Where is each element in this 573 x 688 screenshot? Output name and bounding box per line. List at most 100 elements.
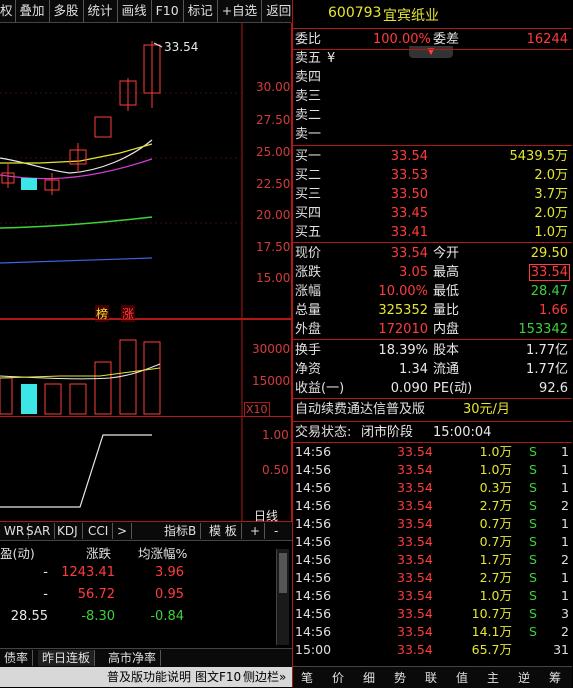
volume-bar <box>0 377 13 415</box>
sheet-tab-high-pb[interactable]: 高市净率 <box>104 650 162 666</box>
template-button[interactable]: 模 板 <box>205 523 242 539</box>
tick-row[interactable]: 14:56 33.54 14.1万 S 2 <box>293 623 572 641</box>
tick-volume: 2.7万 <box>479 498 512 513</box>
kline-chart-panel[interactable]: 33.54 30.00 27.50 25.00 22.50 20.00 17.5… <box>0 23 292 322</box>
tick-price: 33.54 <box>397 462 433 477</box>
tick-price: 33.54 <box>397 516 433 531</box>
indicator-tab-cci[interactable]: CCI <box>84 523 114 539</box>
sell5-row[interactable]: 卖五 ¥ <box>293 49 572 68</box>
tick-price: 33.54 <box>397 534 433 549</box>
tick-row[interactable]: 14:56 33.54 10.7万 S 3 <box>293 605 572 623</box>
tick-price: 33.54 <box>397 606 433 621</box>
tick-row[interactable]: 14:56 33.54 1.0万 S 1 <box>293 587 572 605</box>
table-row[interactable]: 28.55 -8.30 -0.84 <box>0 609 272 627</box>
volume-unit-label: X10 <box>244 402 270 417</box>
table-row[interactable]: - 1243.41 3.96 <box>0 565 272 583</box>
tick-price: 33.54 <box>397 642 433 657</box>
value-button[interactable]: 值 <box>456 669 468 686</box>
tuwen-f10-link[interactable]: 图文F10 <box>195 667 241 687</box>
indicator-tab-kdj[interactable]: KDJ <box>53 523 83 539</box>
sheet-tab-debt-ratio[interactable]: 债率 <box>0 650 34 666</box>
chip-distribution-button[interactable]: 筹 <box>549 669 561 686</box>
high-price-marker: 33.54 <box>164 40 199 54</box>
indicator-b-button[interactable]: 指标B <box>160 523 202 539</box>
quote-panel: 600793 宜宾纸业 委比 100.00% 委差 16244 ▼ 卖五 ¥ 卖四… <box>292 0 573 688</box>
kline-chart-svg <box>0 23 243 319</box>
tick-row[interactable]: 15:00 33.54 65.7万 31 <box>293 641 572 659</box>
buy2-row[interactable]: 买二 33.53 2.0万 <box>293 166 572 185</box>
volume-bar <box>69 383 87 415</box>
buy3-row[interactable]: 买三 33.50 3.7万 <box>293 185 572 204</box>
trend-button[interactable]: 势 <box>394 669 406 686</box>
tick-volume: 1.7万 <box>479 552 512 567</box>
volume-panel[interactable]: 30000 15000 X10 <box>0 319 292 418</box>
toolbar-stats-button[interactable]: 统计 <box>84 0 118 22</box>
indicator-tab-sar[interactable]: SAR <box>22 523 56 539</box>
sell2-row[interactable]: 卖二 <box>293 106 572 125</box>
candle <box>94 116 112 138</box>
main-force-button[interactable]: 主 <box>487 669 499 686</box>
reverse-button[interactable]: 逆 <box>518 669 530 686</box>
zoom-out-button[interactable]: - <box>270 523 282 539</box>
tick-row[interactable]: 14:56 33.54 1.7万 S 2 <box>293 551 572 569</box>
tick-row[interactable]: 14:56 33.54 2.7万 S 1 <box>293 569 572 587</box>
tick-volume: 1.0万 <box>479 588 512 603</box>
tick-detail-button[interactable]: 笔 <box>301 669 313 686</box>
tick-count: 3 <box>561 606 569 621</box>
buy4-row[interactable]: 买四 33.45 2.0万 <box>293 204 572 223</box>
zoom-in-button[interactable]: + <box>246 523 266 539</box>
tick-count: 1 <box>561 462 569 477</box>
tick-count: 2 <box>561 498 569 513</box>
tick-side: S <box>529 462 537 477</box>
tick-row[interactable]: 14:56 33.54 0.7万 S 1 <box>293 533 572 551</box>
stat-row: 现价 33.54 今开 29.50 <box>295 246 568 261</box>
tick-row[interactable]: 14:56 33.54 2.7万 S 2 <box>293 497 572 515</box>
tick-volume: 1.0万 <box>479 462 512 477</box>
sector-table-header: 均涨幅% <box>138 546 188 561</box>
sell3-row[interactable]: 卖三 <box>293 87 572 106</box>
toolbar-back-button[interactable]: 返回 <box>262 0 295 22</box>
tick-row[interactable]: 14:56 33.54 1.0万 S 1 <box>293 461 572 479</box>
toolbar-mark-button[interactable]: 标记 <box>184 0 218 22</box>
tick-price: 33.54 <box>397 588 433 603</box>
ma120-line <box>0 257 153 264</box>
toolbar-f10-button[interactable]: F10 <box>152 0 184 22</box>
tick-time: 14:56 <box>295 480 332 495</box>
tick-time: 14:56 <box>295 462 332 477</box>
tick-row[interactable]: 14:56 33.54 1.0万 S 1 <box>293 443 572 461</box>
price-detail-button[interactable]: 价 <box>332 669 344 686</box>
indicator-tab-more[interactable]: > <box>113 523 133 539</box>
tick-volume: 65.7万 <box>471 642 512 657</box>
sheet-tab-yesterday-limitup[interactable]: 昨日连板 <box>38 650 96 666</box>
sector-table-scrollbar[interactable] <box>276 549 289 645</box>
volume-bar <box>143 341 161 415</box>
tick-count: 1 <box>561 570 569 585</box>
ad-banner[interactable]: 自动续费通达信普及版 30元/月 <box>293 400 572 420</box>
sidebar-toggle-link[interactable]: 侧边栏» <box>243 667 286 687</box>
buy5-row[interactable]: 买五 33.41 1.0万 <box>293 223 572 242</box>
scrollbar-thumb[interactable] <box>279 553 287 593</box>
indicator-panel[interactable]: 1.00 0.50 日线 <box>0 417 292 523</box>
indicator-axis-label: 0.50 <box>262 463 289 477</box>
detail-button[interactable]: 细 <box>363 669 375 686</box>
related-button[interactable]: 联 <box>425 669 437 686</box>
toolbar-multi-stock-button[interactable]: 多股 <box>50 0 84 22</box>
volume-bar <box>44 383 62 415</box>
sell1-row[interactable]: 卖一 <box>293 125 572 144</box>
toolbar-overlay-button[interactable]: 叠加 <box>16 0 50 22</box>
volume-bar <box>119 339 137 415</box>
tick-price: 33.54 <box>397 444 433 459</box>
tick-count: 1 <box>561 534 569 549</box>
buy1-row[interactable]: 买一 33.54 5439.5万 <box>293 147 572 166</box>
toolbar-quanxi-button[interactable]: 权 <box>0 0 16 22</box>
tick-row[interactable]: 14:56 33.54 0.3万 S 1 <box>293 479 572 497</box>
indicator-tabbar: WR SAR KDJ CCI > 指标B 模 板 + - <box>0 522 292 541</box>
tick-side: S <box>529 534 537 549</box>
feature-help-link[interactable]: 普及版功能说明 <box>107 667 191 687</box>
toolbar-add-watchlist-button[interactable]: +自选 <box>218 0 263 22</box>
table-row[interactable]: - 56.72 0.95 <box>0 587 272 605</box>
toolbar-draw-button[interactable]: 画线 <box>118 0 152 22</box>
tick-row[interactable]: 14:56 33.54 0.7万 S 1 <box>293 515 572 533</box>
sell4-row[interactable]: 卖四 <box>293 68 572 87</box>
stock-code: 600793 <box>328 5 382 21</box>
